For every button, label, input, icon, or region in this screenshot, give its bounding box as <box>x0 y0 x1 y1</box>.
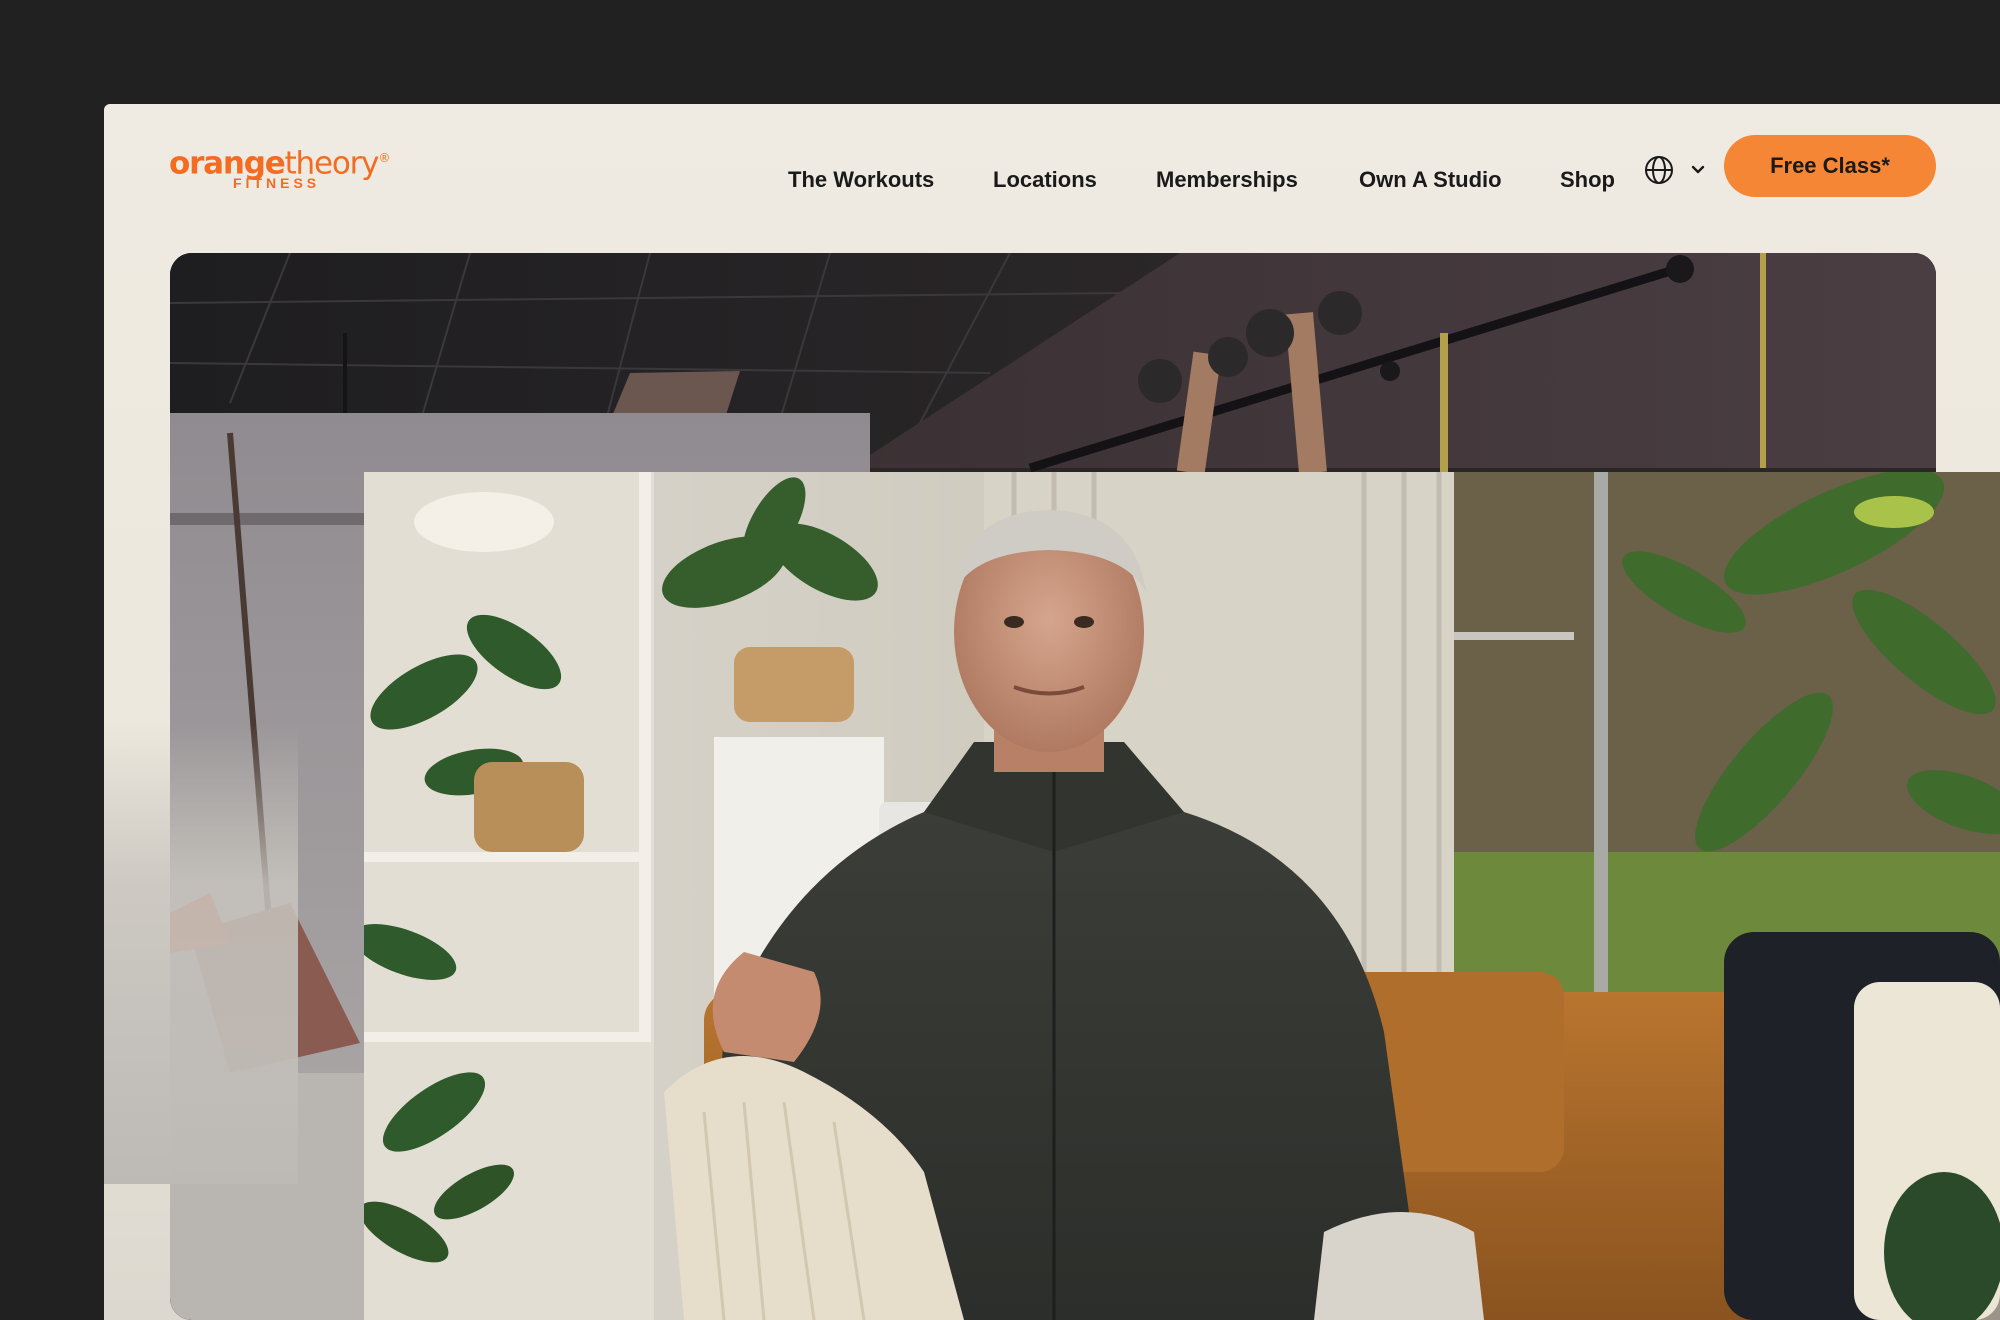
brand-logo[interactable]: orangetheory® FITNESS <box>169 138 390 194</box>
video-frame-image <box>364 472 2000 1320</box>
logo-subtitle: FITNESS <box>233 175 321 191</box>
nav-item-shop[interactable]: Shop <box>1560 160 1615 200</box>
globe-icon <box>1645 156 1673 184</box>
logo-registered: ® <box>378 151 390 165</box>
hero-fade <box>104 724 298 1184</box>
nav-item-the-workouts[interactable]: The Workouts <box>788 160 934 200</box>
nav-item-memberships[interactable]: Memberships <box>1156 160 1298 200</box>
chevron-down-icon <box>1691 165 1705 174</box>
nav-item-locations[interactable]: Locations <box>993 160 1097 200</box>
locale-selector[interactable] <box>1644 150 1708 190</box>
site-header: orangetheory® FITNESS The Workouts Locat… <box>104 104 2000 254</box>
logo-wordmark: orangetheory® FITNESS <box>169 138 390 194</box>
video-player[interactable] <box>364 472 2000 1320</box>
nav-item-own-a-studio[interactable]: Own A Studio <box>1359 160 1502 200</box>
free-class-button[interactable]: Free Class* <box>1724 135 1936 197</box>
